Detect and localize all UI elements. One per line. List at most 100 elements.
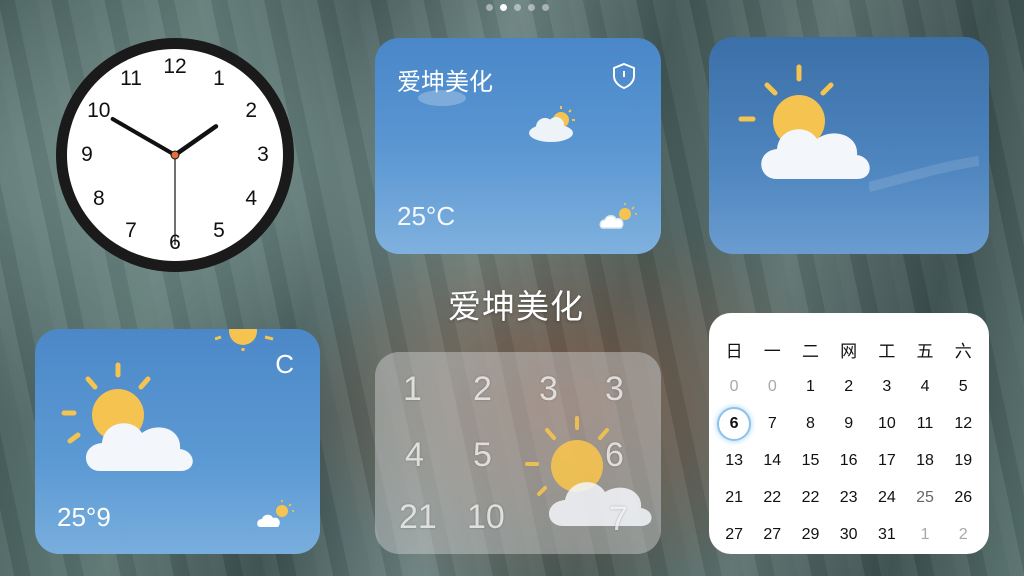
calendar-day-number: 5 — [958, 377, 968, 395]
calendar-day[interactable]: 7 — [753, 415, 791, 433]
calendar-day[interactable]: 31 — [868, 526, 906, 544]
calendar-day[interactable]: 29 — [791, 526, 829, 544]
calendar-day-number: 27 — [725, 525, 743, 543]
calendar-day[interactable]: 22 — [753, 489, 791, 507]
page-dot-active[interactable] — [500, 4, 507, 11]
calendar-day-number: 23 — [839, 488, 858, 506]
glass-number: 3 — [605, 370, 624, 408]
calendar-day-number: 27 — [763, 525, 782, 543]
calendar-weekday: 六 — [954, 342, 972, 362]
calendar-day[interactable]: 3 — [868, 378, 906, 396]
analog-clock-widget[interactable]: 12 1 2 3 4 5 6 7 8 9 10 11 — [56, 38, 294, 272]
calendar-day-number: 10 — [877, 414, 896, 432]
calendar-day-number: 7 — [767, 414, 777, 432]
calendar-day-number: 13 — [725, 451, 743, 469]
weather-widget-secondary[interactable] — [709, 37, 989, 254]
calendar-day[interactable]: 8 — [791, 415, 829, 433]
calendar-day[interactable]: 0 — [715, 378, 753, 396]
calendar-day[interactable]: 11 — [906, 415, 944, 433]
calendar-day-number: 16 — [839, 451, 858, 469]
calendar-day-number: 11 — [916, 414, 934, 432]
calendar-day[interactable]: 17 — [868, 452, 906, 470]
app-label[interactable]: 爱坤美化 — [448, 280, 584, 328]
calendar-day-number: 1 — [806, 377, 815, 395]
calendar-day[interactable]: 22 — [791, 489, 829, 507]
calendar-day[interactable]: 4 — [906, 378, 944, 396]
glass-number: 1 — [403, 370, 422, 408]
clock-number: 10 — [87, 99, 111, 122]
calendar-day[interactable]: 15 — [791, 452, 829, 470]
calendar-weekday: 一 — [763, 342, 781, 362]
clock-number: 1 — [213, 66, 225, 90]
page-dot[interactable] — [528, 4, 535, 11]
calendar-day[interactable]: 21 — [715, 489, 753, 507]
calendar-day[interactable]: 1 — [906, 526, 944, 544]
weather-widget-large[interactable]: C 25°9 — [35, 329, 320, 554]
calendar-today[interactable]: 6 — [715, 406, 753, 441]
calendar-day-number: 30 — [839, 525, 858, 543]
page-dot[interactable] — [514, 4, 521, 11]
glass-number-widget[interactable]: 1 2 3 3 4 5 6 21 10 7 — [375, 352, 661, 554]
shield-icon — [613, 62, 635, 90]
calendar-day[interactable]: 13 — [715, 452, 753, 470]
calendar-day[interactable]: 12 — [944, 415, 982, 433]
partly-cloudy-icon — [61, 362, 193, 471]
calendar-day[interactable]: 2 — [830, 378, 868, 396]
glass-number: 5 — [473, 436, 492, 474]
calendar-day[interactable]: 2 — [944, 526, 982, 544]
calendar-day[interactable]: 27 — [715, 526, 753, 544]
calendar-grid: 日一二网工五六 0 0 1 2 3 4 5 6 7 8 9 10 11 12 13 14 15 16 17 18 19 21… — [715, 331, 983, 553]
calendar-day[interactable]: 26 — [944, 489, 982, 507]
calendar-day[interactable]: 10 — [868, 415, 906, 433]
calendar-day[interactable]: 27 — [753, 526, 791, 544]
calendar-day[interactable]: 23 — [830, 489, 868, 507]
calendar-day-number: 6 — [717, 406, 752, 441]
calendar-weekday-row: 日一二 网工五六 — [715, 331, 983, 368]
calendar-day[interactable]: 14 — [753, 452, 791, 470]
calendar-day-number: 15 — [801, 451, 820, 469]
calendar-day[interactable]: 18 — [906, 452, 944, 470]
clock-number: 11 — [120, 66, 142, 90]
calendar-day-number: 19 — [954, 451, 973, 469]
calendar-day[interactable]: 24 — [868, 489, 906, 507]
calendar-day-number: 31 — [877, 525, 896, 543]
calendar-weekday: 日 — [725, 342, 743, 362]
calendar-day[interactable]: 25 — [906, 489, 944, 507]
calendar-week-row: 0 0 1 2 3 4 5 — [715, 368, 983, 405]
clock-number: 5 — [213, 219, 225, 243]
calendar-day-number: 0 — [729, 377, 739, 395]
partly-cloudy-small-icon — [257, 500, 294, 527]
temperature: 25°C — [397, 201, 456, 231]
wind-streak — [869, 156, 979, 192]
hour-hand — [172, 124, 219, 158]
calendar-day-number: 22 — [763, 488, 782, 506]
calendar-day-number: 3 — [882, 377, 892, 395]
clock-number: 6 — [169, 231, 181, 254]
calendar-week-row: 13 14 15 16 17 18 19 — [715, 442, 983, 479]
clock-number: 2 — [245, 99, 258, 122]
clock-center-pin — [170, 150, 180, 160]
calendar-day[interactable]: 16 — [830, 452, 868, 470]
page-dot[interactable] — [486, 4, 493, 11]
page-dot[interactable] — [542, 4, 549, 11]
weather-widget-primary[interactable]: 爱坤美化 25°C — [375, 38, 661, 254]
calendar-day[interactable]: 1 — [791, 378, 829, 396]
calendar-day-number: 24 — [877, 488, 896, 506]
partly-cloudy-icon — [738, 64, 870, 179]
cloud-decoration — [418, 90, 466, 106]
calendar-day-number: 2 — [958, 525, 968, 543]
calendar-widget[interactable]: 日一二网工五六 0 0 1 2 3 4 5 6 7 8 9 10 11 12 13 14 15 16 17 18 19 21… — [709, 313, 989, 554]
calendar-day-number: 17 — [877, 451, 896, 469]
minute-hand — [110, 117, 177, 157]
clock-number: 9 — [81, 143, 93, 166]
calendar-day-number: 14 — [763, 451, 782, 469]
calendar-day-number: 2 — [844, 377, 854, 395]
calendar-day[interactable]: 5 — [944, 378, 982, 396]
partly-cloudy-small-icon — [599, 203, 637, 229]
calendar-day-number: 1 — [920, 525, 930, 543]
clock-face: 12 1 2 3 4 5 6 7 8 9 10 11 — [67, 49, 283, 261]
calendar-day[interactable]: 19 — [944, 452, 982, 470]
calendar-day[interactable]: 0 — [753, 378, 791, 396]
calendar-day[interactable]: 9 — [830, 415, 868, 433]
calendar-day[interactable]: 30 — [830, 526, 868, 544]
